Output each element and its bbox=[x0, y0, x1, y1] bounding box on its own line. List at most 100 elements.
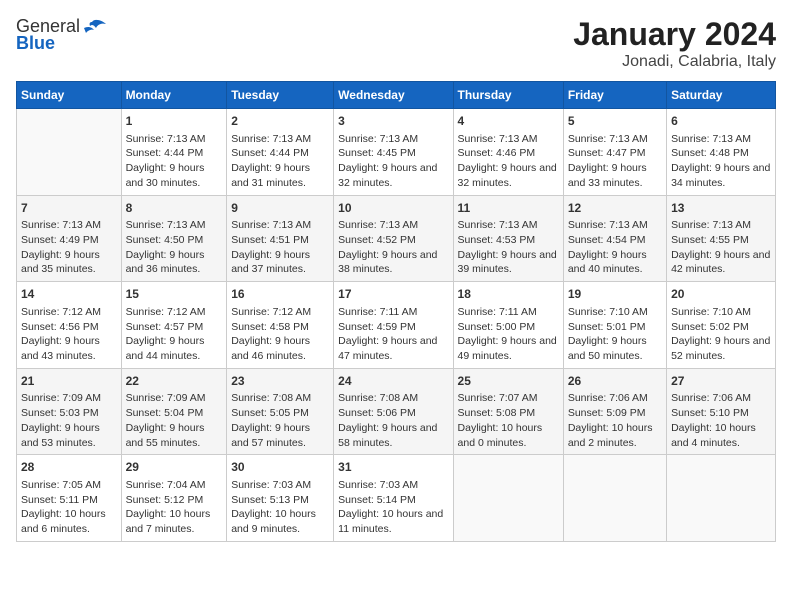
calendar-week-row: 21Sunrise: 7:09 AMSunset: 5:03 PMDayligh… bbox=[17, 368, 776, 455]
day-number: 28 bbox=[21, 459, 117, 476]
weekday-header: Sunday bbox=[17, 82, 122, 109]
day-info: Sunrise: 7:13 AMSunset: 4:48 PMDaylight:… bbox=[671, 132, 771, 191]
day-info: Sunrise: 7:13 AMSunset: 4:47 PMDaylight:… bbox=[568, 132, 662, 191]
day-number: 26 bbox=[568, 373, 662, 390]
day-number: 6 bbox=[671, 113, 771, 130]
header-row: SundayMondayTuesdayWednesdayThursdayFrid… bbox=[17, 82, 776, 109]
calendar-cell: 12Sunrise: 7:13 AMSunset: 4:54 PMDayligh… bbox=[563, 195, 666, 282]
page-header: General Blue January 2024 Jonadi, Calabr… bbox=[16, 16, 776, 71]
day-number: 13 bbox=[671, 200, 771, 217]
day-info: Sunrise: 7:09 AMSunset: 5:04 PMDaylight:… bbox=[126, 391, 223, 450]
day-info: Sunrise: 7:06 AMSunset: 5:10 PMDaylight:… bbox=[671, 391, 771, 450]
calendar-cell: 31 Sunrise: 7:03 AMSunset: 5:14 PMDayligh… bbox=[334, 455, 453, 542]
calendar-cell: 25Sunrise: 7:07 AMSunset: 5:08 PMDayligh… bbox=[453, 368, 563, 455]
day-number: 31 bbox=[338, 459, 448, 476]
calendar-cell: 27Sunrise: 7:06 AMSunset: 5:10 PMDayligh… bbox=[667, 368, 776, 455]
day-number: 27 bbox=[671, 373, 771, 390]
calendar-cell: 30Sunrise: 7:03 AMSunset: 5:13 PMDayligh… bbox=[227, 455, 334, 542]
weekday-header: Saturday bbox=[667, 82, 776, 109]
day-number: 7 bbox=[21, 200, 117, 217]
day-info: Sunrise: 7:11 AMSunset: 5:00 PMDaylight:… bbox=[458, 305, 559, 364]
day-number: 25 bbox=[458, 373, 559, 390]
calendar-cell: 19 Sunrise: 7:10 AMSunset: 5:01 PMDayligh… bbox=[563, 282, 666, 369]
calendar-cell: 3Sunrise: 7:13 AMSunset: 4:45 PMDaylight… bbox=[334, 109, 453, 196]
day-info: Sunrise: 7:07 AMSunset: 5:08 PMDaylight:… bbox=[458, 391, 559, 450]
calendar-cell: 28 Sunrise: 7:05 AMSunset: 5:11 PMDayligh… bbox=[17, 455, 122, 542]
day-number: 22 bbox=[126, 373, 223, 390]
calendar-cell: 1 Sunrise: 7:13 AMSunset: 4:44 PMDaylight… bbox=[121, 109, 227, 196]
calendar-week-row: 7Sunrise: 7:13 AMSunset: 4:49 PMDaylight… bbox=[17, 195, 776, 282]
page-title: January 2024 bbox=[573, 16, 776, 53]
calendar-cell: 21Sunrise: 7:09 AMSunset: 5:03 PMDayligh… bbox=[17, 368, 122, 455]
day-info: Sunrise: 7:13 AMSunset: 4:54 PMDaylight:… bbox=[568, 218, 662, 277]
day-number: 23 bbox=[231, 373, 329, 390]
calendar-cell: 14Sunrise: 7:12 AMSunset: 4:56 PMDayligh… bbox=[17, 282, 122, 369]
weekday-header: Wednesday bbox=[334, 82, 453, 109]
day-info: Sunrise: 7:13 AMSunset: 4:49 PMDaylight:… bbox=[21, 218, 117, 277]
weekday-header: Tuesday bbox=[227, 82, 334, 109]
day-number: 20 bbox=[671, 286, 771, 303]
day-info: Sunrise: 7:06 AMSunset: 5:09 PMDaylight:… bbox=[568, 391, 662, 450]
weekday-header: Thursday bbox=[453, 82, 563, 109]
day-info: Sunrise: 7:04 AMSunset: 5:12 PMDaylight:… bbox=[126, 478, 223, 537]
weekday-header: Monday bbox=[121, 82, 227, 109]
calendar-cell: 20 Sunrise: 7:10 AMSunset: 5:02 PMDayligh… bbox=[667, 282, 776, 369]
day-info: Sunrise: 7:13 AMSunset: 4:46 PMDaylight:… bbox=[458, 132, 559, 191]
calendar-cell: 6 Sunrise: 7:13 AMSunset: 4:48 PMDaylight… bbox=[667, 109, 776, 196]
day-info: Sunrise: 7:12 AMSunset: 4:58 PMDaylight:… bbox=[231, 305, 329, 364]
day-info: Sunrise: 7:08 AMSunset: 5:06 PMDaylight:… bbox=[338, 391, 448, 450]
calendar-table: SundayMondayTuesdayWednesdayThursdayFrid… bbox=[16, 81, 776, 542]
day-number: 10 bbox=[338, 200, 448, 217]
calendar-cell bbox=[667, 455, 776, 542]
weekday-header: Friday bbox=[563, 82, 666, 109]
calendar-cell: 23Sunrise: 7:08 AMSunset: 5:05 PMDayligh… bbox=[227, 368, 334, 455]
day-number: 21 bbox=[21, 373, 117, 390]
calendar-cell: 5Sunrise: 7:13 AMSunset: 4:47 PMDaylight… bbox=[563, 109, 666, 196]
day-info: Sunrise: 7:10 AMSunset: 5:01 PMDaylight:… bbox=[568, 305, 662, 364]
calendar-cell: 24Sunrise: 7:08 AMSunset: 5:06 PMDayligh… bbox=[334, 368, 453, 455]
day-number: 3 bbox=[338, 113, 448, 130]
calendar-week-row: 28 Sunrise: 7:05 AMSunset: 5:11 PMDayligh… bbox=[17, 455, 776, 542]
day-number: 30 bbox=[231, 459, 329, 476]
calendar-cell: 7Sunrise: 7:13 AMSunset: 4:49 PMDaylight… bbox=[17, 195, 122, 282]
day-number: 4 bbox=[458, 113, 559, 130]
day-number: 11 bbox=[458, 200, 559, 217]
day-info: Sunrise: 7:13 AMSunset: 4:53 PMDaylight:… bbox=[458, 218, 559, 277]
day-info: Sunrise: 7:11 AMSunset: 4:59 PMDaylight:… bbox=[338, 305, 448, 364]
logo-bird-icon bbox=[84, 18, 106, 36]
day-number: 2 bbox=[231, 113, 329, 130]
calendar-week-row: 14Sunrise: 7:12 AMSunset: 4:56 PMDayligh… bbox=[17, 282, 776, 369]
calendar-cell: 9Sunrise: 7:13 AMSunset: 4:51 PMDaylight… bbox=[227, 195, 334, 282]
title-block: January 2024 Jonadi, Calabria, Italy bbox=[573, 16, 776, 71]
day-info: Sunrise: 7:05 AMSunset: 5:11 PMDaylight:… bbox=[21, 478, 117, 537]
calendar-cell: 4 Sunrise: 7:13 AMSunset: 4:46 PMDaylight… bbox=[453, 109, 563, 196]
day-info: Sunrise: 7:03 AMSunset: 5:14 PMDaylight:… bbox=[338, 478, 448, 537]
day-number: 19 bbox=[568, 286, 662, 303]
day-number: 17 bbox=[338, 286, 448, 303]
day-info: Sunrise: 7:10 AMSunset: 5:02 PMDaylight:… bbox=[671, 305, 771, 364]
logo-blue-text: Blue bbox=[16, 33, 55, 54]
calendar-cell: 26Sunrise: 7:06 AMSunset: 5:09 PMDayligh… bbox=[563, 368, 666, 455]
calendar-cell: 2 Sunrise: 7:13 AMSunset: 4:44 PMDaylight… bbox=[227, 109, 334, 196]
day-number: 9 bbox=[231, 200, 329, 217]
calendar-cell: 8Sunrise: 7:13 AMSunset: 4:50 PMDaylight… bbox=[121, 195, 227, 282]
day-number: 15 bbox=[126, 286, 223, 303]
day-info: Sunrise: 7:12 AMSunset: 4:57 PMDaylight:… bbox=[126, 305, 223, 364]
calendar-cell: 22Sunrise: 7:09 AMSunset: 5:04 PMDayligh… bbox=[121, 368, 227, 455]
calendar-cell: 17 Sunrise: 7:11 AMSunset: 4:59 PMDayligh… bbox=[334, 282, 453, 369]
calendar-week-row: 1 Sunrise: 7:13 AMSunset: 4:44 PMDaylight… bbox=[17, 109, 776, 196]
calendar-cell: 10Sunrise: 7:13 AMSunset: 4:52 PMDayligh… bbox=[334, 195, 453, 282]
day-number: 12 bbox=[568, 200, 662, 217]
day-info: Sunrise: 7:13 AMSunset: 4:50 PMDaylight:… bbox=[126, 218, 223, 277]
day-info: Sunrise: 7:13 AMSunset: 4:44 PMDaylight:… bbox=[126, 132, 223, 191]
day-info: Sunrise: 7:12 AMSunset: 4:56 PMDaylight:… bbox=[21, 305, 117, 364]
day-number: 24 bbox=[338, 373, 448, 390]
day-number: 1 bbox=[126, 113, 223, 130]
day-info: Sunrise: 7:13 AMSunset: 4:44 PMDaylight:… bbox=[231, 132, 329, 191]
calendar-cell: 18Sunrise: 7:11 AMSunset: 5:00 PMDayligh… bbox=[453, 282, 563, 369]
day-info: Sunrise: 7:13 AMSunset: 4:52 PMDaylight:… bbox=[338, 218, 448, 277]
day-info: Sunrise: 7:13 AMSunset: 4:55 PMDaylight:… bbox=[671, 218, 771, 277]
calendar-cell: 29Sunrise: 7:04 AMSunset: 5:12 PMDayligh… bbox=[121, 455, 227, 542]
calendar-cell: 13Sunrise: 7:13 AMSunset: 4:55 PMDayligh… bbox=[667, 195, 776, 282]
day-number: 8 bbox=[126, 200, 223, 217]
